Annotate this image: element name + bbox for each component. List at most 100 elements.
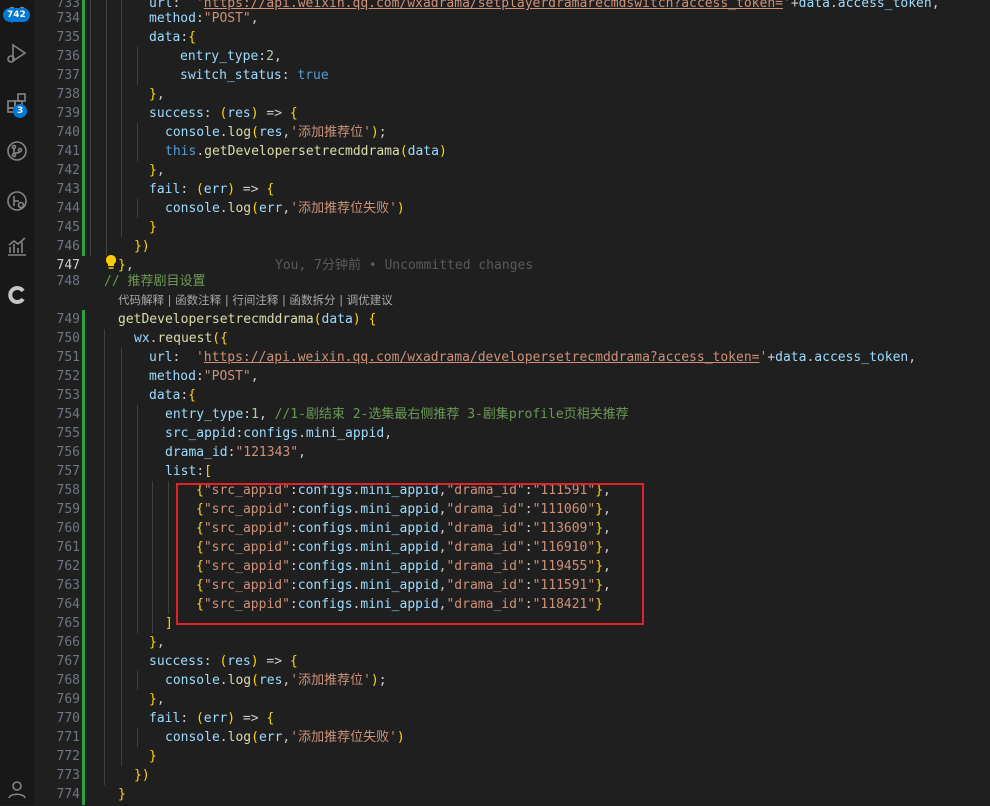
indent-guide [168, 557, 169, 576]
indent-guide [121, 576, 122, 595]
line-number: 762 [56, 559, 80, 574]
indent-guide [106, 66, 107, 85]
indent-guide [121, 633, 122, 652]
code-editor[interactable]: url: 'https://api.weixin.qq.com/wxadrama… [90, 0, 990, 805]
code-text: }, [149, 163, 165, 178]
line-number: 744 [56, 201, 80, 216]
line-number: 754 [56, 407, 80, 422]
indent-guide [121, 481, 122, 500]
line-number: 748 [56, 274, 80, 289]
indent-guide [104, 481, 105, 500]
indent-guide [121, 424, 122, 443]
indent-guide [152, 519, 153, 538]
activity-bar: 742 3 [0, 0, 35, 805]
indent-guide [90, 104, 91, 123]
indent-guide [137, 519, 138, 538]
line-number: 745 [56, 220, 80, 235]
indent-guide [90, 218, 91, 237]
indent-guide [137, 66, 138, 85]
indent-guide [104, 747, 105, 766]
indent-guide [137, 728, 138, 747]
indent-guide [121, 47, 122, 66]
indent-guide [137, 199, 138, 218]
indent-guide [152, 538, 153, 557]
indent-guide [104, 443, 105, 462]
added-changes-indicator[interactable] [82, 0, 85, 256]
red-highlight-box [176, 483, 644, 625]
indent-guide [137, 576, 138, 595]
indent-guide [106, 28, 107, 47]
line-number: 767 [56, 654, 80, 669]
account-icon[interactable] [0, 772, 34, 806]
indent-guide [168, 500, 169, 519]
code-text: getDevelopersetrecmddrama(data) { [118, 312, 377, 327]
cloud-c-icon[interactable] [0, 278, 34, 312]
indent-guide [106, 104, 107, 123]
code-text: }) [134, 239, 150, 254]
code-text: entry_type:1, //1-剧结束 2-选集最右侧推荐 3-剧集prof… [165, 407, 629, 422]
indent-guide [90, 47, 91, 66]
indent-guide [104, 348, 105, 367]
codelens-actions[interactable]: 代码解释 | 函数注释 | 行间注释 | 函数拆分 | 调优建议 [118, 291, 393, 309]
indent-guide [104, 538, 105, 557]
code-text: switch_status: true [180, 68, 329, 83]
indent-guide [137, 481, 138, 500]
indent-guide [121, 199, 122, 218]
lightbulb-icon[interactable] [104, 254, 118, 270]
remote-explorer-icon[interactable] [0, 184, 34, 218]
indent-guide [152, 595, 153, 614]
indent-guide [168, 481, 169, 500]
code-text: data:{ [149, 388, 196, 403]
indent-guide [104, 709, 105, 728]
indent-guide [106, 85, 107, 104]
code-text: method:"POST", [149, 11, 259, 26]
line-number: 752 [56, 369, 80, 384]
git-graph-icon[interactable] [0, 134, 34, 168]
indent-guide [121, 123, 122, 142]
indent-guide [106, 47, 107, 66]
line-number: 751 [56, 350, 80, 365]
indent-guide [121, 443, 122, 462]
extensions-icon[interactable]: 3 [0, 86, 34, 120]
source-control-badge: 742 [3, 8, 30, 22]
line-number: 759 [56, 502, 80, 517]
indent-guide [121, 85, 122, 104]
timeline-chart-icon[interactable] [0, 230, 34, 264]
indent-guide [152, 576, 153, 595]
indent-guide [121, 161, 122, 180]
code-text: }, [149, 87, 165, 102]
code-text: method:"POST", [149, 369, 259, 384]
line-number: 753 [56, 388, 80, 403]
code-text: console.log(err,'添加推荐位失败') [165, 201, 405, 216]
code-text: drama_id:"121343", [165, 445, 306, 460]
indent-guide [104, 690, 105, 709]
indent-guide [90, 66, 91, 85]
run-debug-icon[interactable] [0, 36, 34, 70]
indent-guide [121, 180, 122, 199]
indent-guide [104, 367, 105, 386]
code-text: data:{ [149, 30, 196, 45]
indent-guide [121, 348, 122, 367]
added-changes-indicator[interactable] [82, 310, 85, 805]
indent-guide [121, 671, 122, 690]
indent-guide [137, 47, 138, 66]
indent-guide [137, 123, 138, 142]
code-text: url: 'https://api.weixin.qq.com/wxadrama… [149, 350, 917, 365]
indent-guide [121, 728, 122, 747]
source-control-icon[interactable]: 742 [0, 0, 34, 34]
line-number: 743 [56, 182, 80, 197]
indent-guide [104, 329, 105, 348]
git-blame-annotation: You, 7分钟前 • Uncommitted changes [275, 258, 534, 273]
indent-guide [90, 9, 91, 28]
indent-guide [106, 180, 107, 199]
indent-guide [104, 405, 105, 424]
indent-guide [121, 218, 122, 237]
line-number: 764 [56, 597, 80, 612]
line-number: 773 [56, 768, 80, 783]
indent-guide [104, 462, 105, 481]
indent-guide [137, 614, 138, 633]
line-number-gutter: 733 734 735 736 737 738 739 740 741 742 743 744 745 7… [34, 0, 80, 805]
extensions-badge: 3 [13, 104, 28, 118]
indent-guide [90, 85, 91, 104]
indent-guide [137, 462, 138, 481]
